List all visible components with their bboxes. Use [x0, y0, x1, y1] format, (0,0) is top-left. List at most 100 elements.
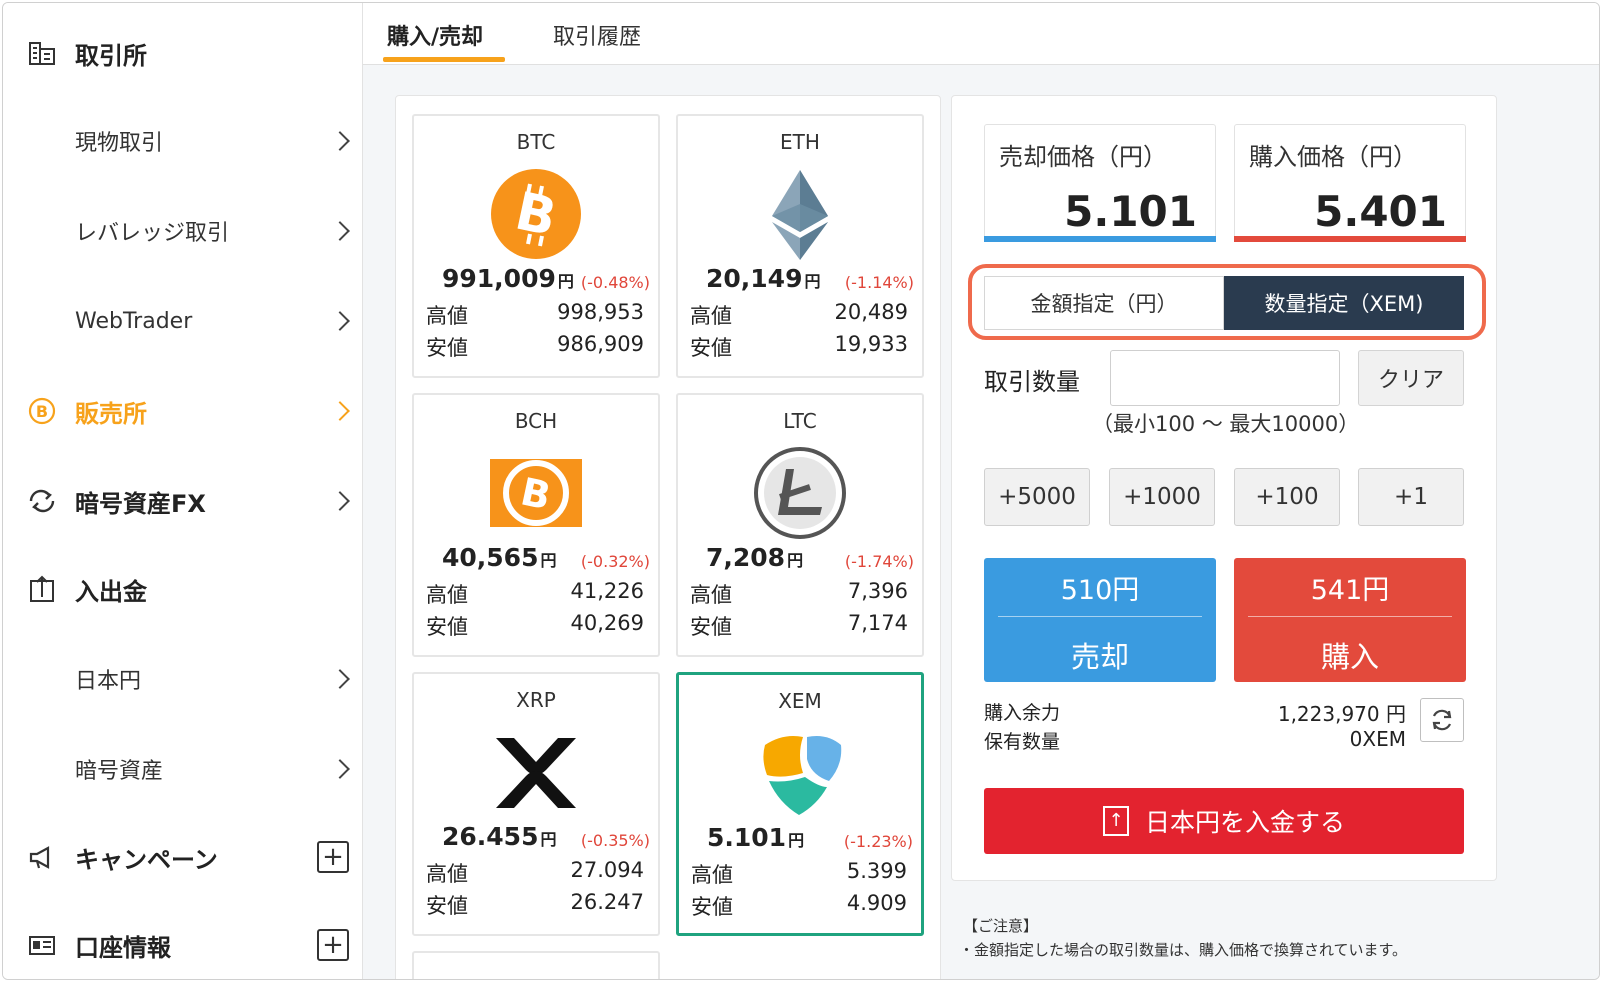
sell-price-value: 5.101 [1064, 187, 1197, 236]
coin-low: 安値 19,933 [690, 332, 908, 360]
coin-price: 991,009 円 [442, 264, 574, 293]
trade-panel: 売却価格（円） 5.101 購入価格（円） 5.401 金額指定（円） 数量指定… [951, 95, 1497, 881]
tab-buy-sell[interactable]: 購入/売却 [387, 19, 483, 51]
divider [1248, 616, 1452, 617]
coin-change: (-1.14%) [844, 273, 914, 292]
expand-plus-icon[interactable]: + [317, 929, 349, 961]
coin-change: (-0.48%) [580, 273, 650, 292]
sidebar-item-label: 口座情報 [75, 933, 171, 962]
sidebar-item-leverage[interactable]: レバレッジ取引 [3, 201, 363, 261]
buy-price-box: 購入価格（円） 5.401 [1234, 124, 1466, 242]
sidebar-exchange-label: 取引所 [75, 41, 147, 70]
deposit-icon [27, 574, 57, 604]
holding-label: 保有数量 [984, 731, 1061, 753]
coin-change: (-0.35%) [580, 831, 650, 850]
buy-price-value: 5.401 [1314, 187, 1447, 236]
xrp-logo-icon [496, 738, 576, 808]
sell-price-label: 売却価格（円） [999, 143, 1167, 171]
coin-high: 高値 998,953 [426, 300, 644, 328]
sidebar-item-crypto-fx[interactable]: 暗号資産FX [3, 471, 363, 531]
sidebar-item-account[interactable]: 口座情報 + [3, 915, 363, 975]
increment-1-button[interactable]: +1 [1358, 468, 1464, 526]
buy-label: 購入 [1320, 640, 1379, 674]
coin-card-partial[interactable] [412, 951, 660, 979]
coin-card-bch[interactable]: BCH B 40,565 円 (-0.32%) 高値 41,226 安値 40,269 [412, 393, 660, 657]
sidebar-item-label: 暗号資産 [75, 759, 164, 784]
coin-symbol: XEM [778, 689, 822, 713]
notice-body: ・金額指定した場合の取引数量は、購入価格で換算されています。 [959, 941, 1408, 959]
chevron-right-icon [330, 759, 350, 779]
chevron-right-icon [330, 221, 350, 241]
chevron-right-icon [330, 669, 350, 689]
chevron-right-icon [330, 401, 350, 421]
clear-button[interactable]: クリア [1358, 350, 1464, 406]
main-content: 購入/売却 取引履歴 BTC B 991,009 円 (-0.48%) 高値 998… [363, 3, 1599, 979]
tab-bar: 購入/売却 取引履歴 [363, 3, 1599, 65]
sidebar-item-label: 現物取引 [75, 131, 164, 156]
divider [998, 616, 1202, 617]
increment-5000-button[interactable]: +5000 [984, 468, 1090, 526]
sidebar-item-label: レバレッジ取引 [75, 221, 230, 246]
ethereum-logo-icon [772, 170, 828, 260]
sidebar-item-sales[interactable]: B 販売所 [3, 381, 363, 441]
buy-price-bar [1234, 236, 1466, 242]
active-tab-indicator [383, 57, 505, 62]
sidebar-item-label: 日本円 [75, 669, 142, 694]
sidebar-item-label: WebTrader [75, 308, 193, 334]
sidebar-item-campaign[interactable]: キャンペーン + [3, 827, 363, 887]
coin-change: (-1.74%) [844, 552, 914, 571]
sidebar-item-label: 販売所 [75, 399, 147, 428]
expand-plus-icon[interactable]: + [317, 841, 349, 873]
deposit-jpy-button[interactable]: ↑ 日本円を入金する [984, 788, 1464, 854]
nem-logo-icon [763, 736, 842, 815]
increment-1000-button[interactable]: +1000 [1109, 468, 1215, 526]
coin-change: (-1.23%) [843, 832, 913, 851]
sell-button[interactable]: 510円 売却 [984, 558, 1216, 682]
increment-100-button[interactable]: +100 [1234, 468, 1340, 526]
refresh-button[interactable] [1420, 698, 1464, 742]
coin-list: BTC B 991,009 円 (-0.48%) 高値 998,953 安値 986,… [395, 95, 941, 979]
coin-high: 高値 7,396 [690, 579, 908, 607]
quantity-input[interactable] [1110, 350, 1340, 406]
sell-label: 売却 [1070, 640, 1129, 674]
sidebar-item-label: キャンペーン [75, 845, 218, 874]
tab-history[interactable]: 取引履歴 [553, 19, 641, 51]
deposit-icon: ↑ [1102, 806, 1129, 836]
buy-button[interactable]: 541円 購入 [1234, 558, 1466, 682]
coin-symbol: XRP [516, 688, 556, 712]
sidebar-item-jpy[interactable]: 日本円 [3, 649, 363, 709]
megaphone-icon [27, 842, 57, 872]
coin-card-eth[interactable]: ETH 20,149 円 (-1.14%) 高値 20,489 安値 19,933 [676, 114, 924, 378]
mode-quantity-button[interactable]: 数量指定（XEM) [1224, 276, 1464, 330]
coin-card-ltc[interactable]: LTC 7,208 円 (-1.74%) 高値 7,396 安値 7,174 [676, 393, 924, 657]
sidebar-item-webtrader[interactable]: WebTrader [3, 291, 363, 351]
coin-card-btc[interactable]: BTC B 991,009 円 (-0.48%) 高値 998,953 安値 986,… [412, 114, 660, 378]
available-value: 1,223,970 円 [1277, 702, 1406, 726]
coin-price: 7,208 円 [706, 543, 804, 572]
bitcoin-cash-logo-icon: B [490, 459, 582, 527]
coin-symbol: ETH [780, 130, 820, 154]
coin-low: 安値 4.909 [691, 891, 907, 919]
coin-high: 高値 20,489 [690, 300, 908, 328]
sidebar: 取引所 現物取引 レバレッジ取引 WebTrader B 販売所 暗号資産FX [3, 3, 363, 979]
coin-symbol: BTC [516, 130, 556, 154]
sidebar-item-label: 入出金 [75, 577, 147, 606]
coin-symbol: BCH [514, 409, 558, 433]
sell-price-box: 売却価格（円） 5.101 [984, 124, 1216, 242]
deposit-button-label: 日本円を入金する [1144, 808, 1345, 837]
coin-low: 安値 7,174 [690, 611, 908, 639]
buy-amount: 541円 [1310, 575, 1390, 606]
coin-high: 高値 27.094 [426, 858, 644, 886]
coin-card-xrp[interactable]: XRP 26.455 円 (-0.35%) 高値 27.094 安値 26.247 [412, 672, 660, 936]
app-window: 取引所 現物取引 レバレッジ取引 WebTrader B 販売所 暗号資産FX [2, 2, 1600, 980]
coin-card-xem[interactable]: XEM 5.101 円 (-1.23%) 高値 5.399 安値 4.909 [676, 672, 924, 936]
mode-amount-button[interactable]: 金額指定（円） [984, 276, 1224, 330]
quantity-range-note: （最小100 〜 最大10000） [1092, 412, 1360, 436]
coin-price: 20,149 円 [706, 264, 821, 293]
chevron-right-icon [330, 491, 350, 511]
sidebar-item-spot[interactable]: 現物取引 [3, 111, 363, 171]
coin-low: 安値 986,909 [426, 332, 644, 360]
quantity-label: 取引数量 [984, 368, 1080, 396]
bitcoin-logo-icon: B [491, 169, 581, 259]
sidebar-item-crypto[interactable]: 暗号資産 [3, 739, 363, 799]
